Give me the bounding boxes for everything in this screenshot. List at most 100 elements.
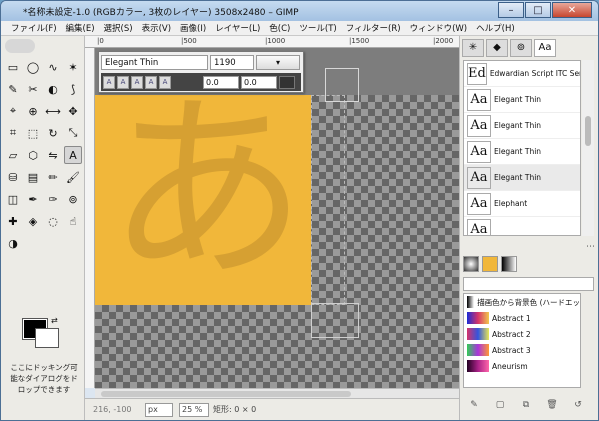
title-bar[interactable]: *名称未設定-1.0 (RGBカラー, 3枚のレイヤー) 3508x2480 –…: [1, 1, 598, 21]
scrollbar-thumb[interactable]: [101, 391, 351, 397]
font-list-scrollbar[interactable]: [582, 60, 594, 236]
blend-icon[interactable]: ▤: [24, 168, 42, 186]
menu-windows[interactable]: ウィンドウ(W): [410, 22, 468, 34]
window-controls: – □ ✕: [497, 2, 592, 18]
ellipse-select-icon[interactable]: ◯: [24, 58, 42, 76]
dodge-burn-icon[interactable]: ◑: [4, 234, 22, 252]
minimize-button[interactable]: –: [498, 2, 524, 18]
rect-select-icon[interactable]: ▭: [4, 58, 22, 76]
unit-selector[interactable]: px: [145, 402, 173, 417]
crop-icon[interactable]: ⬚: [24, 124, 42, 142]
scale-icon[interactable]: ⤡: [64, 124, 82, 142]
perspective-icon[interactable]: ⬡: [24, 146, 42, 164]
font-list-item[interactable]: Ed Edwardian Script ITC Semi: [464, 61, 580, 87]
clone-icon[interactable]: ⊚: [64, 190, 82, 208]
eraser-icon[interactable]: ◫: [4, 190, 22, 208]
strikethrough-button[interactable]: A: [159, 75, 171, 89]
brushes-tab-icon[interactable]: ⊚: [510, 39, 532, 57]
patterns-tab-icon[interactable]: ◆: [486, 39, 508, 57]
brush-tab-icon[interactable]: [463, 256, 479, 272]
paintbrush-icon[interactable]: 🖌: [64, 168, 82, 186]
move-icon[interactable]: ✥: [64, 102, 82, 120]
zoom-icon[interactable]: ⊕: [24, 102, 42, 120]
text-layer[interactable]: あ: [95, 95, 311, 305]
clear-style-button[interactable]: A: [103, 75, 115, 89]
blur-icon[interactable]: ◌: [44, 212, 62, 230]
menu-help[interactable]: ヘルプ(H): [476, 22, 515, 34]
maximize-button[interactable]: □: [525, 2, 551, 18]
size-unit-dropdown[interactable]: ▾: [256, 55, 300, 70]
underline-button[interactable]: A: [145, 75, 157, 89]
menu-colors[interactable]: 色(C): [269, 22, 290, 34]
rotate-icon[interactable]: ↻: [44, 124, 62, 142]
delete-gradient-icon[interactable]: 🗑: [544, 400, 560, 414]
menu-tools[interactable]: ツール(T): [299, 22, 336, 34]
zoom-selector[interactable]: 25 %: [179, 402, 209, 417]
font-list-item[interactable]: Aa Elegant Thin: [464, 139, 580, 165]
close-button[interactable]: ✕: [552, 2, 592, 18]
panel-grip-icon[interactable]: ⋯: [586, 242, 595, 252]
font-list-item[interactable]: Aa Elegant Thin: [464, 87, 580, 113]
font-name-field[interactable]: Elegant Thin: [101, 55, 208, 70]
align-icon[interactable]: ⌗: [4, 124, 22, 142]
gradient-tab-icon[interactable]: [501, 256, 517, 272]
italic-button[interactable]: A: [131, 75, 143, 89]
gradient-list-item[interactable]: Abstract 3: [464, 342, 580, 358]
menu-edit[interactable]: 編集(E): [66, 22, 95, 34]
bold-button[interactable]: A: [117, 75, 129, 89]
pencil-icon[interactable]: ✏: [44, 168, 62, 186]
tool-options-tab-icon[interactable]: ✳: [462, 39, 484, 57]
menu-file[interactable]: ファイル(F): [11, 22, 57, 34]
gradient-list-item[interactable]: Abstract 1: [464, 310, 580, 326]
kerning-field[interactable]: 0.0: [241, 75, 277, 89]
background-color-swatch[interactable]: [35, 328, 59, 348]
scissors-icon[interactable]: ✂: [24, 80, 42, 98]
select-by-color-icon[interactable]: ✎: [4, 80, 22, 98]
fuzzy-select-icon[interactable]: ✶: [64, 58, 82, 76]
airbrush-icon[interactable]: ✒: [24, 190, 42, 208]
gradient-list-item[interactable]: 描画色から背景色 (ハードエッ: [464, 294, 580, 310]
canvas-area[interactable]: あ Elegant Thin 1190 ▾ A A A A A 0.0 0.0: [95, 48, 459, 388]
edit-gradient-icon[interactable]: ✎: [466, 400, 482, 414]
font-list-item[interactable]: Aa Elegant Thin: [464, 113, 580, 139]
text-box-handle-top[interactable]: [325, 68, 359, 102]
bucket-fill-icon[interactable]: ⛁: [4, 168, 22, 186]
swap-colors-icon[interactable]: ⇄: [51, 316, 58, 325]
horizontal-ruler[interactable]: |0 |500 |1000 |1500 |2000: [85, 36, 459, 48]
font-list-item[interactable]: Aa Elegant Thin: [464, 165, 580, 191]
horizontal-scrollbar[interactable]: [95, 388, 459, 398]
paths-icon[interactable]: ⟆: [64, 80, 82, 98]
shear-icon[interactable]: ▱: [4, 146, 22, 164]
menu-image[interactable]: 画像(I): [180, 22, 206, 34]
baseline-field[interactable]: 0.0: [203, 75, 239, 89]
scrollbar-thumb[interactable]: [585, 116, 591, 146]
menu-select[interactable]: 選択(S): [104, 22, 133, 34]
pattern-tab-icon[interactable]: [482, 256, 498, 272]
text-box-handle-bottom[interactable]: [311, 303, 359, 338]
menu-layer[interactable]: レイヤー(L): [215, 22, 260, 34]
gradient-list-item[interactable]: Aneurism: [464, 358, 580, 374]
text-color-button[interactable]: [279, 75, 295, 89]
foreground-select-icon[interactable]: ◐: [44, 80, 62, 98]
measure-icon[interactable]: ⟷: [44, 102, 62, 120]
gradient-filter-field[interactable]: [463, 277, 594, 291]
gradient-list-item[interactable]: Abstract 2: [464, 326, 580, 342]
font-size-field[interactable]: 1190: [210, 55, 254, 70]
duplicate-gradient-icon[interactable]: ⧉: [518, 400, 534, 414]
menu-view[interactable]: 表示(V): [142, 22, 171, 34]
font-list-item[interactable]: Aa: [464, 217, 580, 235]
heal-icon[interactable]: ✚: [4, 212, 22, 230]
refresh-gradients-icon[interactable]: ↺: [570, 400, 586, 414]
free-select-icon[interactable]: ∿: [44, 58, 62, 76]
color-picker-icon[interactable]: ⌖: [4, 102, 22, 120]
vertical-ruler[interactable]: [85, 48, 95, 388]
text-tool-icon[interactable]: A: [64, 146, 82, 164]
flip-icon[interactable]: ⇋: [44, 146, 62, 164]
menu-filters[interactable]: フィルター(R): [346, 22, 401, 34]
perspective-clone-icon[interactable]: ◈: [24, 212, 42, 230]
ink-icon[interactable]: ✑: [44, 190, 62, 208]
new-gradient-icon[interactable]: ▢: [492, 400, 508, 414]
font-list-item[interactable]: Aa Elephant: [464, 191, 580, 217]
smudge-icon[interactable]: ☝: [64, 212, 82, 230]
fonts-tab-icon[interactable]: Aa: [534, 39, 556, 57]
